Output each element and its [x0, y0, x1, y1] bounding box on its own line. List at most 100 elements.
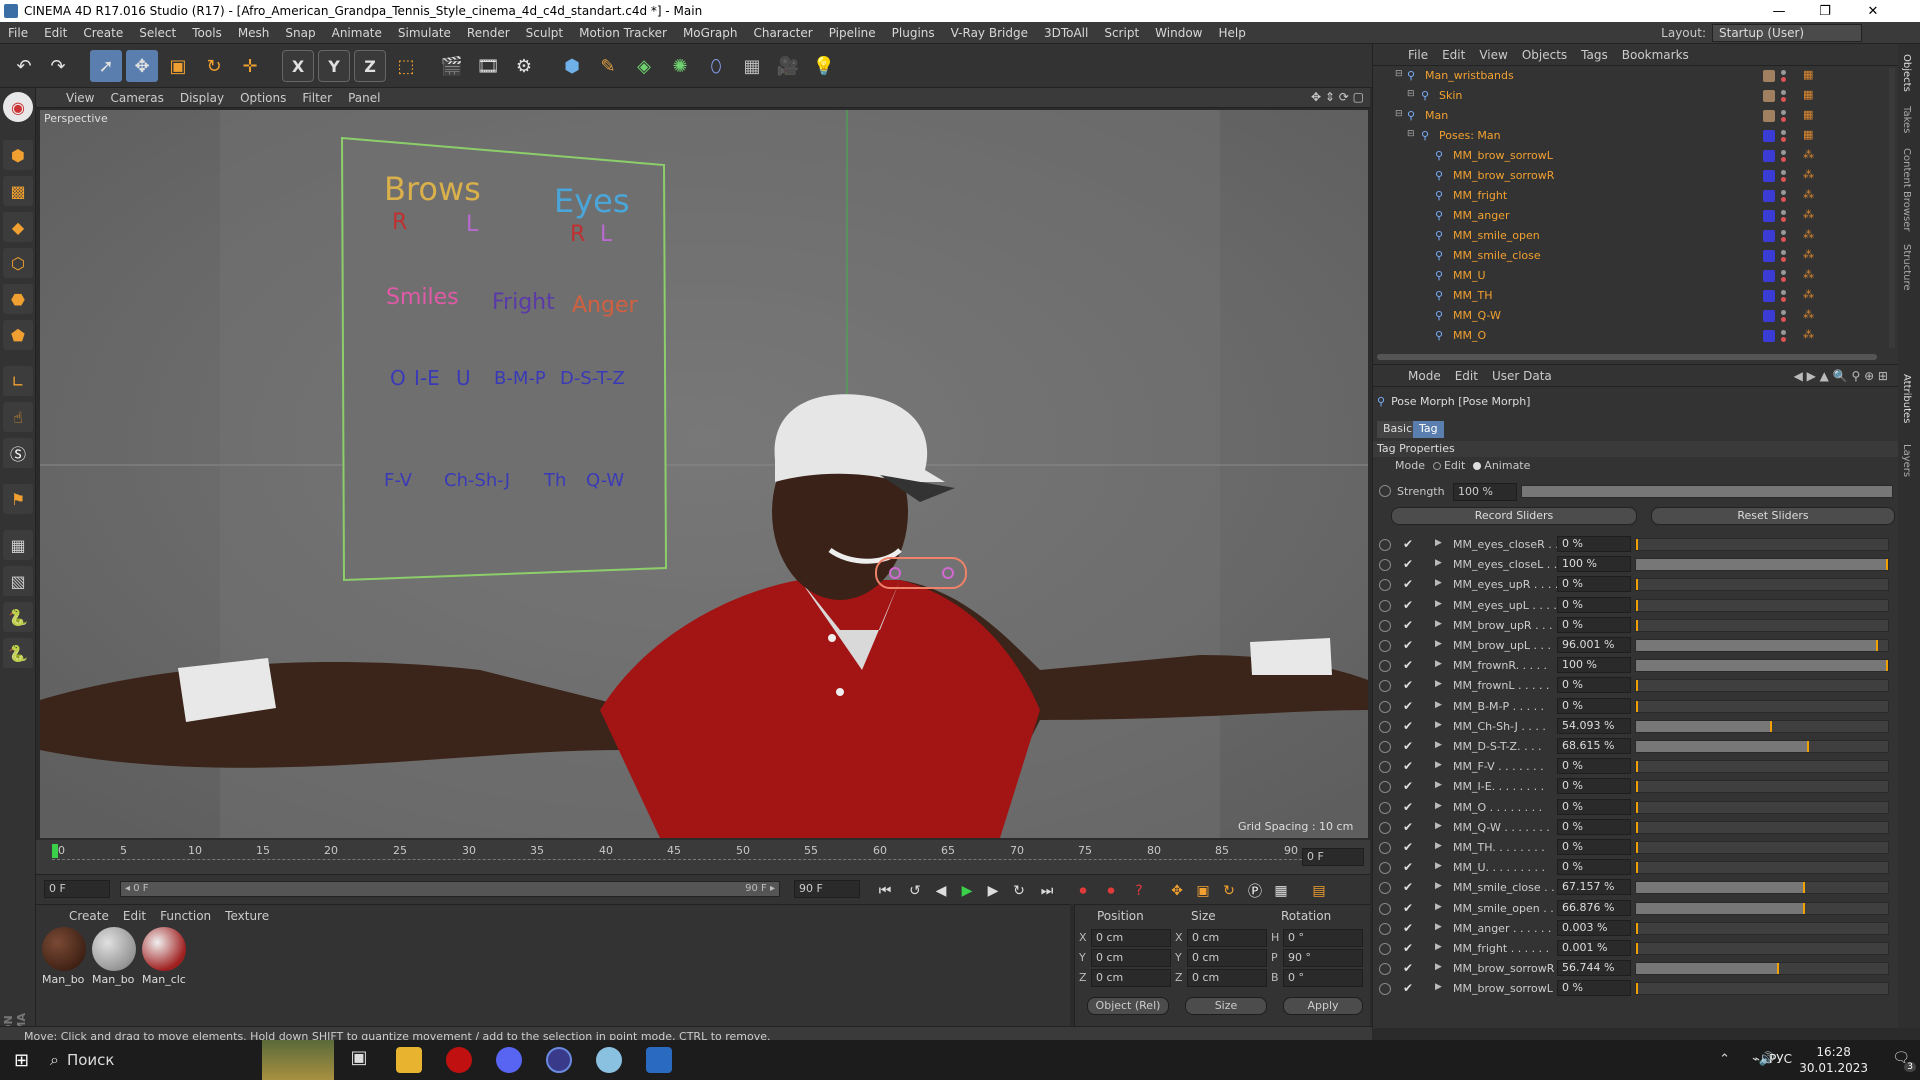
keyframe-radio[interactable]: [1379, 599, 1391, 612]
enable-checkbox[interactable]: ✔: [1403, 860, 1413, 874]
object-row[interactable]: ⚲ MM_brow_sorrowL ⁂: [1373, 146, 1883, 166]
pose-slider[interactable]: [1635, 598, 1889, 612]
keyframe-radio[interactable]: [1379, 902, 1391, 915]
keyframe-radio[interactable]: [1379, 842, 1391, 854]
record-rotation-icon[interactable]: ↻: [1218, 880, 1240, 902]
layout-dropdown[interactable]: Startup (User): [1712, 24, 1862, 42]
undo-icon[interactable]: ↶: [8, 50, 40, 82]
menu-character[interactable]: Character: [745, 26, 820, 40]
layer-color-chip[interactable]: [1763, 70, 1775, 82]
frame-range-slider[interactable]: ◂ 0 F 90 F ▸: [120, 881, 780, 897]
expand-triangle-icon[interactable]: ▶: [1435, 861, 1442, 871]
cinema4d-taskbar-icon[interactable]: [546, 1047, 572, 1073]
render-view-icon[interactable]: 🎬: [436, 50, 468, 82]
material-swatch[interactable]: Man_bo: [92, 927, 138, 986]
object-row[interactable]: ⚲ MM_O ⁂: [1373, 326, 1883, 346]
object-tag-icon[interactable]: ⁂: [1803, 148, 1814, 161]
coordinate-mode-dropdown[interactable]: Object (Rel): [1087, 997, 1169, 1015]
side-tab-attributes[interactable]: Attributes: [1901, 374, 1912, 423]
scale-icon[interactable]: ▣: [162, 50, 194, 82]
menu-file[interactable]: File: [0, 26, 36, 40]
menu-pipeline[interactable]: Pipeline: [821, 26, 884, 40]
render-visibility-dot[interactable]: [1781, 297, 1786, 302]
editor-visibility-dot[interactable]: [1781, 270, 1786, 275]
file-explorer-icon[interactable]: [396, 1047, 422, 1073]
editor-visibility-dot[interactable]: [1781, 90, 1786, 95]
expand-triangle-icon[interactable]: ▶: [1435, 982, 1442, 992]
keyframe-radio[interactable]: [1379, 700, 1391, 713]
enable-checkbox[interactable]: ✔: [1403, 557, 1413, 571]
keyframe-radio[interactable]: [1379, 539, 1391, 551]
snapping-icon[interactable]: Ⓢ: [3, 438, 33, 468]
keyframe-radio[interactable]: [1379, 821, 1391, 834]
editor-visibility-dot[interactable]: [1781, 290, 1786, 295]
expand-triangle-icon[interactable]: ▶: [1435, 659, 1442, 669]
layer-color-chip[interactable]: [1763, 250, 1775, 262]
menu-simulate[interactable]: Simulate: [390, 26, 459, 40]
object-tag-icon[interactable]: ⁂: [1803, 208, 1814, 221]
object-row[interactable]: ⚲ MM_anger ⁂: [1373, 206, 1883, 226]
enable-checkbox[interactable]: ✔: [1403, 678, 1413, 692]
pose-slider[interactable]: [1635, 538, 1889, 551]
perspective-viewport[interactable]: Brows Eyes R L R L Smiles Fright Anger O…: [40, 110, 1368, 838]
mograph-cloner-icon[interactable]: ✺: [664, 50, 696, 82]
menu-vray-bridge[interactable]: V-Ray Bridge: [943, 26, 1036, 40]
enable-checkbox[interactable]: ✔: [1403, 759, 1413, 773]
expand-triangle-icon[interactable]: ▶: [1435, 780, 1442, 790]
coordinate-system-icon[interactable]: ⬚: [390, 50, 422, 82]
pose-slider[interactable]: [1635, 699, 1889, 713]
photos-icon[interactable]: [646, 1047, 672, 1073]
pose-value-field[interactable]: 0.001 %: [1557, 940, 1631, 956]
object-menu-objects[interactable]: Objects: [1515, 48, 1574, 62]
enable-checkbox[interactable]: ✔: [1403, 779, 1413, 793]
pose-slider[interactable]: [1635, 861, 1889, 875]
menu-edit[interactable]: Edit: [36, 26, 75, 40]
enable-checkbox[interactable]: ✔: [1403, 577, 1413, 591]
expand-toggle-icon[interactable]: ⊟: [1395, 69, 1403, 79]
expand-triangle-icon[interactable]: ▶: [1435, 902, 1442, 912]
planar-workplane-icon[interactable]: ▧: [3, 566, 33, 596]
position-x-field[interactable]: 0 cm: [1091, 929, 1171, 947]
editor-visibility-dot[interactable]: [1781, 330, 1786, 335]
viewport-menu-options[interactable]: Options: [232, 91, 294, 105]
keyframe-radio[interactable]: [1379, 781, 1391, 794]
go-to-start-icon[interactable]: ⏮: [874, 880, 896, 902]
viewport-menu-cameras[interactable]: Cameras: [102, 91, 171, 105]
menu-create[interactable]: Create: [75, 26, 131, 40]
axis-mode-icon[interactable]: ∟: [3, 366, 33, 396]
expand-triangle-icon[interactable]: ▶: [1435, 558, 1442, 568]
transform-icon[interactable]: ✛: [234, 50, 266, 82]
attribute-menu-user-data[interactable]: User Data: [1485, 369, 1559, 383]
x-axis-button[interactable]: X: [282, 50, 314, 82]
keyframe-radio[interactable]: [1379, 943, 1391, 955]
expand-triangle-icon[interactable]: ▶: [1435, 700, 1442, 710]
language-indicator[interactable]: РУС: [1769, 1052, 1792, 1066]
object-tag-icon[interactable]: ⁂: [1803, 328, 1814, 341]
opera-icon[interactable]: [446, 1047, 472, 1073]
editor-visibility-dot[interactable]: [1781, 310, 1786, 315]
menu-render[interactable]: Render: [459, 26, 518, 40]
menu-animate[interactable]: Animate: [324, 26, 390, 40]
menu-motion-tracker[interactable]: Motion Tracker: [571, 26, 675, 40]
pose-slider[interactable]: [1635, 841, 1889, 854]
pose-slider[interactable]: [1635, 921, 1889, 935]
object-tag-icon[interactable]: ⁂: [1803, 188, 1814, 201]
live-selection-icon[interactable]: ➚: [90, 50, 122, 82]
task-view-icon[interactable]: ▣: [346, 1047, 372, 1073]
tweak-mode-icon[interactable]: ☝: [3, 402, 33, 432]
maximize-button[interactable]: ❐: [1802, 0, 1848, 22]
enable-checkbox[interactable]: ✔: [1403, 598, 1413, 612]
expand-triangle-icon[interactable]: ▶: [1435, 881, 1442, 891]
object-menu-view[interactable]: View: [1472, 48, 1514, 62]
object-tag-icon[interactable]: ⁂: [1803, 168, 1814, 181]
size-z-field[interactable]: 0 cm: [1187, 969, 1267, 987]
object-tag-icon[interactable]: ⁂: [1803, 308, 1814, 321]
subdivision-icon[interactable]: ◈: [628, 50, 660, 82]
keyframe-radio[interactable]: [1379, 741, 1391, 753]
expand-triangle-icon[interactable]: ▶: [1435, 922, 1442, 932]
expand-triangle-icon[interactable]: ▶: [1435, 841, 1442, 851]
object-row[interactable]: ⊟ ⚲ Poses: Man ▦: [1373, 126, 1883, 146]
layer-color-chip[interactable]: [1763, 270, 1775, 282]
expand-triangle-icon[interactable]: ▶: [1435, 619, 1442, 629]
record-parameter-icon[interactable]: Ⓟ: [1244, 880, 1266, 902]
